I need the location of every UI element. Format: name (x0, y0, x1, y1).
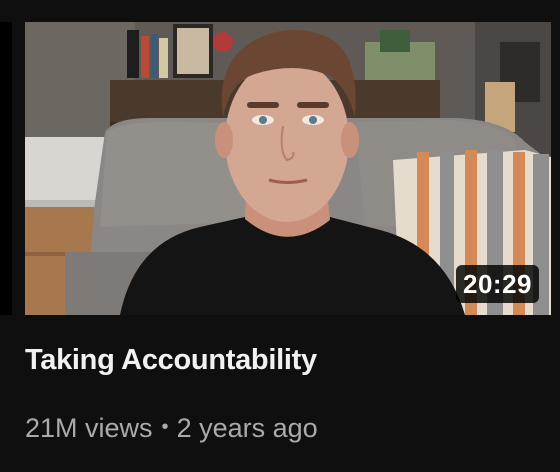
duration-badge: 20:29 (456, 265, 539, 303)
video-metadata: 21M views • 2 years ago (25, 413, 318, 444)
metadata-separator: • (161, 416, 169, 438)
video-card[interactable]: 20:29 Taking Accountability 21M views • 2 … (0, 0, 560, 472)
video-thumbnail[interactable]: 20:29 (25, 22, 551, 315)
previous-card-edge (0, 22, 12, 315)
upload-age: 2 years ago (176, 413, 318, 443)
video-title[interactable]: Taking Accountability (25, 344, 317, 377)
view-count: 21M views (25, 413, 153, 443)
